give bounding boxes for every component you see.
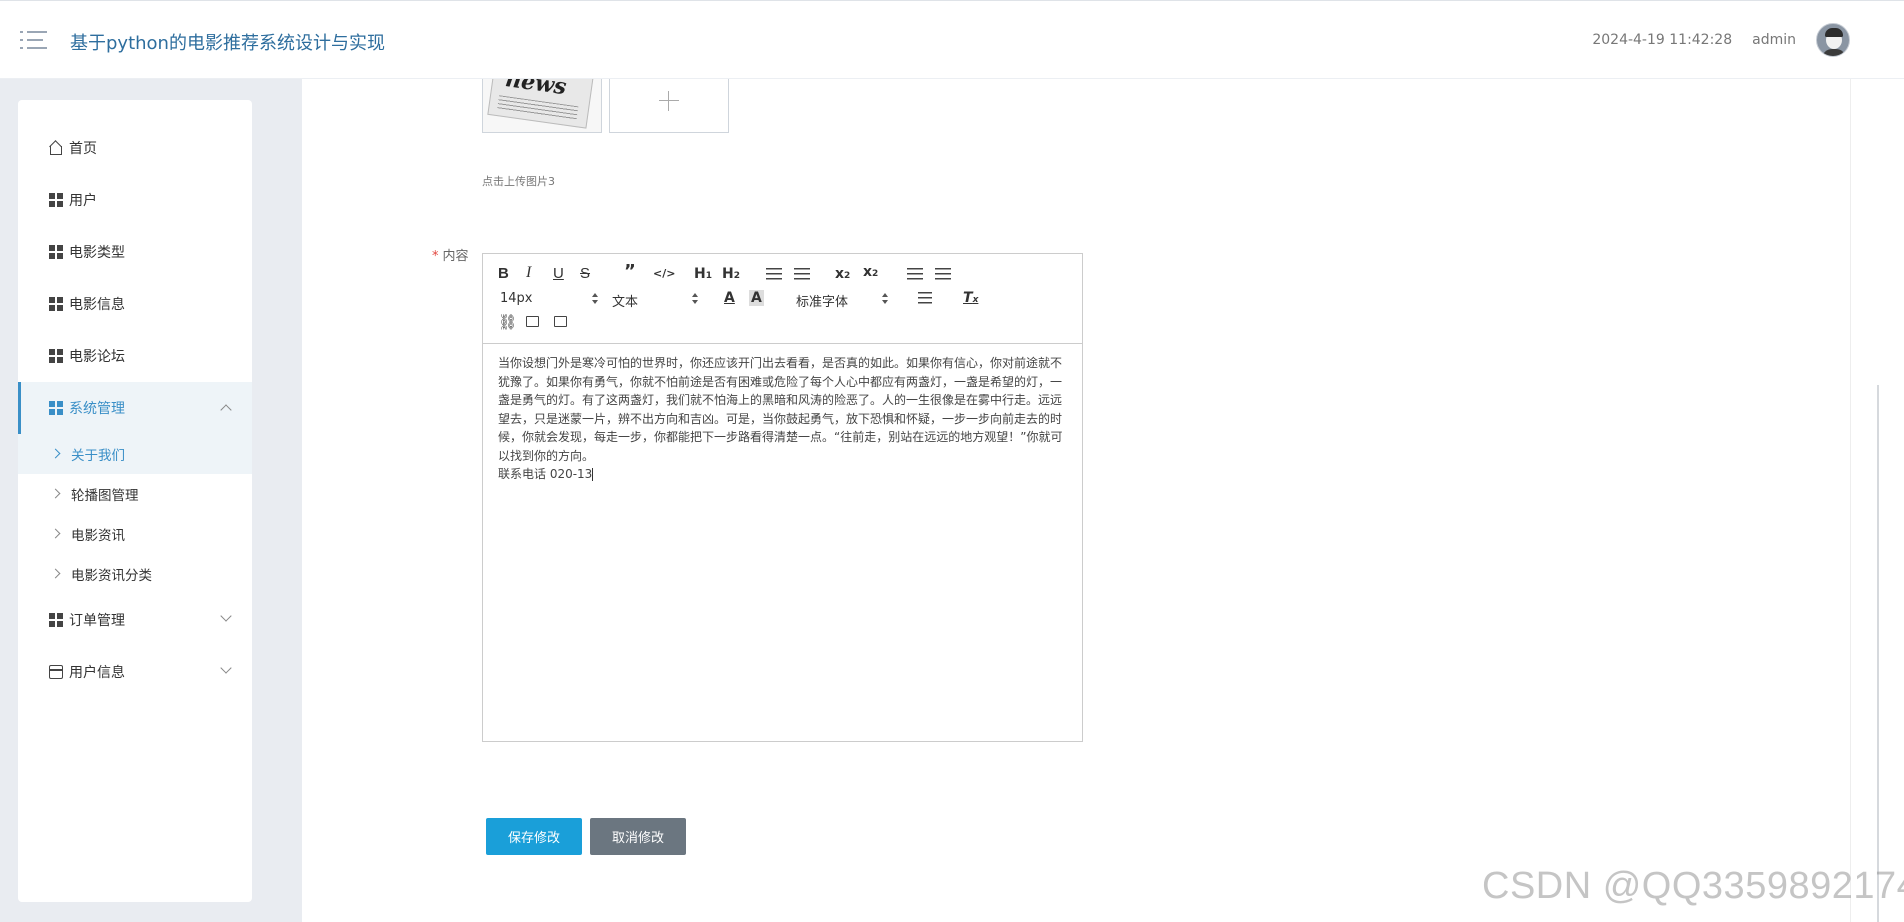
font-size-select[interactable]: 14px — [500, 291, 598, 306]
sidebar-item-order-management[interactable]: 订单管理 — [18, 594, 252, 646]
align-icon[interactable] — [918, 292, 932, 304]
sidebar-item-label: 用户 — [69, 193, 97, 209]
select-arrows-icon — [692, 293, 698, 305]
sidebar-item-home[interactable]: 首页 — [18, 122, 252, 174]
grid-icon — [49, 613, 63, 627]
sidebar-item-label: 系统管理 — [69, 401, 125, 417]
grid-icon — [49, 245, 63, 259]
indent-increase-icon[interactable] — [935, 268, 951, 280]
link-icon[interactable]: ⛓ — [498, 314, 517, 330]
header-username[interactable]: admin — [1752, 32, 1796, 48]
chevron-right-icon — [50, 568, 61, 579]
chevron-down-icon — [220, 610, 232, 622]
chevron-right-icon — [50, 448, 61, 459]
font-color-icon[interactable]: A — [724, 290, 735, 306]
sidebar-subitem-label: 电影资讯 — [71, 528, 125, 544]
upload-hint: 点击上传图片3 — [482, 175, 555, 188]
editor-paragraph: 当你设想门外是寒冷可怕的世界时，你还应该开门出去看看，是否真的如此。如果你有信心… — [498, 356, 1063, 463]
sidebar-item-movie-forum[interactable]: 电影论坛 — [18, 330, 252, 382]
rich-text-editor: B I U S ” </> H1 H2 x2 x2 14px 文本 A A 标准… — [482, 253, 1083, 742]
sidebar: 首页 用户 电影类型 电影信息 电影论坛 系统管理 关于我们 轮播图管理 电影资… — [18, 100, 252, 902]
code-block-icon[interactable]: </> — [653, 266, 675, 282]
indent-decrease-icon[interactable] — [907, 268, 923, 280]
sidebar-item-label: 电影论坛 — [69, 349, 125, 365]
chevron-down-icon — [220, 662, 232, 674]
content-label: * 内容 — [432, 249, 469, 264]
background-color-icon[interactable]: A — [749, 290, 764, 306]
text-cursor — [592, 468, 594, 481]
top-header: 基于python的电影推荐系统设计与实现 2024-4-19 11:42:28 … — [0, 0, 1904, 79]
clear-format-icon[interactable]: Tx — [963, 290, 978, 308]
grid-icon — [49, 297, 63, 311]
sidebar-subitem-movie-news[interactable]: 电影资讯 — [18, 514, 252, 554]
sidebar-subitem-carousel[interactable]: 轮播图管理 — [18, 474, 252, 514]
image-icon[interactable] — [526, 316, 539, 327]
strike-button[interactable]: S — [580, 266, 590, 282]
sidebar-item-label: 电影信息 — [69, 297, 125, 313]
sidebar-item-label: 电影类型 — [69, 245, 125, 261]
sidebar-item-movie-info[interactable]: 电影信息 — [18, 278, 252, 330]
chevron-right-icon — [50, 488, 61, 499]
sidebar-subitem-label: 电影资讯分类 — [71, 568, 152, 584]
menu-toggle-icon[interactable] — [20, 29, 48, 51]
italic-button[interactable]: I — [526, 265, 531, 281]
sidebar-subitem-about-us[interactable]: 关于我们 — [18, 434, 252, 474]
header1-button[interactable]: H1 — [694, 266, 712, 284]
bold-button[interactable]: B — [498, 266, 509, 282]
sidebar-item-label: 订单管理 — [69, 613, 125, 629]
sidebar-item-movie-types[interactable]: 电影类型 — [18, 226, 252, 278]
sidebar-item-label: 用户信息 — [69, 665, 125, 681]
app-title: 基于python的电影推荐系统设计与实现 — [70, 33, 385, 54]
editor-content-area[interactable]: 当你设想门外是寒冷可怕的世界时，你还应该开门出去看看，是否真的如此。如果你有信心… — [483, 344, 1082, 494]
header-select[interactable]: 文本 — [612, 291, 698, 310]
superscript-button[interactable]: x2 — [863, 264, 878, 282]
cancel-button[interactable]: 取消修改 — [590, 818, 686, 855]
save-button[interactable]: 保存修改 — [486, 818, 582, 855]
main-panel: news 点击上传图片3 * 内容 B I U S ” </> H1 H2 x2 … — [302, 69, 1850, 922]
sidebar-subitem-movie-news-category[interactable]: 电影资讯分类 — [18, 554, 252, 594]
grid-icon — [49, 401, 63, 415]
font-family-select[interactable]: 标准字体 — [796, 291, 888, 310]
select-arrows-icon — [882, 293, 888, 305]
grid-icon — [49, 193, 63, 207]
header2-button[interactable]: H2 — [722, 266, 740, 284]
select-arrows-icon — [592, 293, 598, 305]
grid-icon — [49, 349, 63, 363]
home-icon — [49, 141, 63, 155]
watermark: CSDN @QQ3359892174 — [1482, 865, 1904, 907]
video-icon[interactable] — [554, 316, 567, 327]
editor-paragraph: 联系电话 020-13 — [498, 467, 594, 481]
chevron-right-icon — [50, 528, 61, 539]
sidebar-item-label: 首页 — [69, 141, 97, 157]
sidebar-item-system-management[interactable]: 系统管理 — [18, 382, 252, 434]
plus-icon — [659, 91, 679, 111]
ordered-list-icon[interactable] — [766, 268, 782, 280]
subscript-button[interactable]: x2 — [835, 266, 850, 284]
sidebar-subitem-label: 关于我们 — [71, 448, 125, 464]
scrollbar[interactable] — [1850, 79, 1904, 922]
scrollbar-thumb[interactable] — [1877, 385, 1879, 922]
header-datetime: 2024-4-19 11:42:28 — [1592, 32, 1733, 48]
sidebar-item-users[interactable]: 用户 — [18, 174, 252, 226]
underline-button[interactable]: U — [553, 266, 564, 282]
avatar[interactable] — [1816, 23, 1850, 57]
card-icon — [49, 665, 63, 679]
blockquote-icon[interactable]: ” — [624, 263, 636, 281]
chevron-up-icon — [220, 404, 232, 416]
sidebar-subitem-label: 轮播图管理 — [71, 488, 139, 504]
sidebar-item-user-info[interactable]: 用户信息 — [18, 646, 252, 698]
bullet-list-icon[interactable] — [794, 268, 810, 280]
editor-toolbar: B I U S ” </> H1 H2 x2 x2 14px 文本 A A 标准… — [483, 254, 1082, 344]
